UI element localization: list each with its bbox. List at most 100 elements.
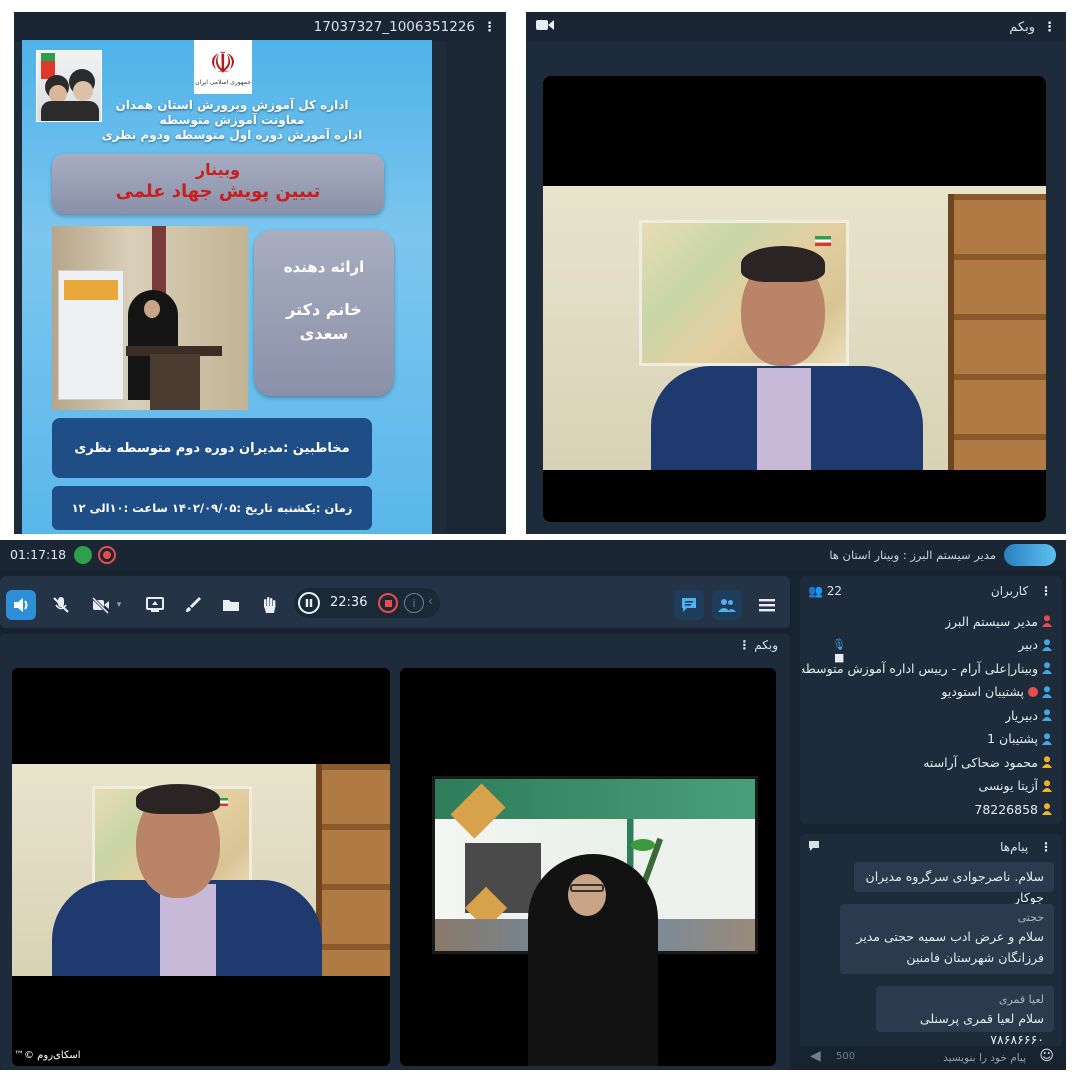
message-input[interactable]	[866, 1048, 1026, 1068]
info-icon: i	[412, 596, 416, 610]
webcam-area-header: وبکم ⋮	[0, 634, 790, 658]
char-limit: 500	[836, 1051, 856, 1062]
users-title: کاربران	[990, 584, 1029, 598]
stop-record-button[interactable]	[378, 593, 398, 613]
user-row[interactable]: دبیر 🎙■	[832, 634, 1052, 664]
mic-button[interactable]	[46, 590, 76, 620]
presenter-name: خانم دکتر سعدی	[286, 300, 362, 343]
chat-icon	[682, 598, 696, 612]
webinar-topic: تبیین پویش جهاد علمی	[115, 181, 321, 202]
more-options-icon[interactable]: ⋮	[738, 638, 750, 652]
audience-box: مخاطبین :مدیران دوره دوم متوسطه نظری	[52, 418, 372, 478]
emoji-icon[interactable]: ☺	[1039, 1048, 1054, 1064]
speaker-photo	[52, 226, 248, 410]
user-icon	[1042, 803, 1052, 815]
user-name: مدیر سیستم البرز	[944, 613, 1038, 629]
whiteboard-button[interactable]	[178, 590, 208, 620]
user-row[interactable]: محمود ضحاکی آراسته	[923, 751, 1052, 773]
schedule-text: زمان :یکشنبه تاریخ :۱۴۰۲/۰۹/۰۵ ساعت :۱۰ا…	[71, 501, 353, 515]
user-icon	[1042, 732, 1052, 745]
webinar-label: وبینار	[195, 160, 241, 179]
speaker-icon	[14, 598, 28, 612]
user-row[interactable]: 78226858	[974, 798, 1052, 820]
messages-header: ⋮ پیام‌ها	[800, 834, 1062, 860]
messages-panel: ⋮ پیام‌ها سلام. ناصرجوادی سرگروه مدیران …	[800, 834, 1062, 1070]
users-header: 👥 22 ⋮ کاربران	[800, 576, 1062, 606]
menu-button[interactable]	[752, 590, 782, 620]
users-panel: 👥 22 ⋮ کاربران مدیر سیستم البرز دبیر 🎙■ وبی…	[800, 576, 1062, 824]
stop-icon	[384, 599, 392, 607]
org-line-3: اداره آموزش دوره اول متوسطه ودوم نظری	[101, 128, 363, 142]
webcam-title-bottom: وبکم	[754, 638, 778, 652]
send-icon[interactable]: ◀	[810, 1048, 821, 1064]
messages-title: پیام‌ها	[1000, 840, 1029, 854]
presentation-header: 17037327_1006351226 ⋮	[14, 12, 506, 42]
webinar-title-box: وبینار تبیین پویش جهاد علمی	[52, 154, 384, 214]
camera-dropdown[interactable]: ▾	[112, 590, 126, 620]
more-options-icon[interactable]: ⋮	[483, 20, 496, 35]
user-name: وبینار|علی آرام - رییس اداره آموزش متوسط…	[802, 660, 1038, 676]
user-icon	[1042, 685, 1052, 698]
message-text: سلام لعیا قمری پرسنلی ۷۸۶۸۶۶۶۰	[919, 1011, 1044, 1047]
toolbar: ▾ 22:36 i ‹	[0, 576, 790, 628]
users-count: 22	[826, 584, 843, 598]
users-count-icon: 👥	[808, 584, 823, 598]
presenter-box: ارائه دهنده خانم دکتر سعدی	[254, 230, 394, 396]
message-item: حجتی سلام و عرض ادب سمیه حجتی مدیر فرزان…	[840, 904, 1054, 974]
message-composer: ◀ 500 ☺	[800, 1046, 1062, 1070]
chat-toggle-button[interactable]	[674, 590, 704, 620]
iran-emblem: ☫ جمهوری اسلامی ایران	[194, 40, 252, 94]
bookshelf	[948, 194, 1046, 470]
users-icon	[718, 599, 736, 612]
user-name: دبیر	[1018, 637, 1038, 652]
pause-button[interactable]	[298, 592, 320, 614]
message-sender: لعیا قمری	[998, 993, 1044, 1006]
user-row[interactable]: پشتیبان استودیو	[941, 681, 1052, 703]
webcam-area: وبکم ⋮ اسکای‌روم ©™	[0, 634, 790, 1070]
status-bar: 01:17:18 مدیر سیستم البرز : وبینار استان…	[0, 540, 1066, 570]
elapsed-time: 01:17:18	[10, 547, 67, 562]
user-name: پشتیبان 1	[987, 731, 1038, 746]
user-row[interactable]: دبیریار	[1005, 704, 1052, 726]
collapse-chevron-icon[interactable]: ‹	[428, 594, 433, 608]
message-item: لعیا قمری سلام لعیا قمری پرسنلی ۷۸۶۸۶۶۶۰	[876, 986, 1054, 1047]
user-row[interactable]: وبینار|علی آرام - رییس اداره آموزش متوسط…	[802, 657, 1052, 679]
files-button[interactable]	[216, 590, 246, 620]
user-icon	[1042, 756, 1052, 768]
camera-off-icon	[91, 596, 110, 615]
user-row[interactable]: مدیر سیستم البرز	[945, 610, 1052, 632]
brush-icon	[186, 597, 201, 612]
recording-dot-icon	[1028, 686, 1038, 697]
share-screen-button[interactable]	[140, 590, 170, 620]
raise-hand-button[interactable]	[254, 590, 284, 620]
more-options-icon[interactable]: ⋮	[1043, 20, 1056, 35]
audience-text: مخاطبین :مدیران دوره دوم متوسطه نظری	[74, 440, 350, 456]
more-options-icon[interactable]: ⋮	[1040, 840, 1052, 854]
user-row[interactable]: آزیتا یونسی	[978, 775, 1052, 797]
message-item: سلام. ناصرجوادی سرگروه مدیران جوکار	[854, 862, 1054, 905]
more-options-icon[interactable]: ⋮	[1040, 584, 1052, 598]
signal-icon	[74, 546, 92, 564]
message-sender: حجتی	[1017, 911, 1044, 924]
user-icon	[1042, 779, 1052, 792]
skyroom-app: 01:17:18 مدیر سیستم البرز : وبینار استان…	[0, 540, 1066, 1070]
webcam-video-1: اسکای‌روم ©™	[12, 668, 390, 1066]
bookshelf	[316, 764, 390, 976]
message-text: سلام. ناصرجوادی سرگروه مدیران جوکار	[865, 869, 1044, 905]
recording-icon	[98, 546, 116, 564]
info-button[interactable]: i	[404, 593, 424, 613]
session-timer: 22:36	[330, 595, 368, 610]
user-name: پشتیبان استودیو	[941, 684, 1024, 699]
user-row[interactable]: پشتیبان 1	[987, 728, 1052, 750]
skyroom-logo-icon	[1004, 544, 1056, 566]
users-toggle-button[interactable]	[712, 590, 742, 620]
messages-icon	[808, 840, 820, 855]
org-line-1: اداره کل آموزش وپرورش استان همدان	[115, 98, 349, 112]
room-name: مدیر سیستم البرز : وبینار استان ها	[829, 548, 996, 562]
user-icon	[1042, 709, 1052, 721]
webcam-panel-top: وبکم ⋮	[526, 12, 1066, 534]
webinar-poster: ☫ جمهوری اسلامی ایران اداره کل آموزش وپر…	[22, 40, 432, 534]
speaker-button[interactable]	[6, 590, 36, 620]
hand-icon	[264, 597, 276, 613]
user-icon	[1042, 662, 1052, 674]
